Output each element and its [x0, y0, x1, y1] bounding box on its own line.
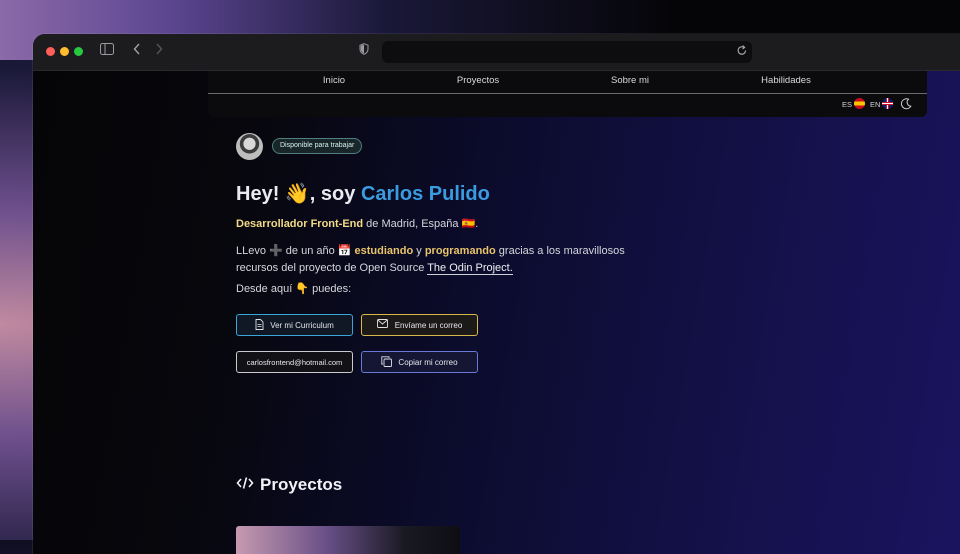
browser-window: Inicio Proyectos Sobre mi Habilidades ES…	[33, 34, 960, 554]
desc-text-1: LLevo ➕ de un año 📅	[236, 245, 355, 257]
sidebar-toggle-icon[interactable]	[100, 43, 114, 59]
hero-title: Hey! 👋, soy Carlos Pulido	[236, 181, 490, 206]
reload-icon[interactable]	[737, 44, 747, 60]
send-email-label: Envíame un correo	[394, 320, 463, 330]
lang-es-label[interactable]: ES	[842, 100, 852, 109]
hero-description: LLevo ➕ de un año 📅 estudiando y program…	[236, 243, 656, 277]
hero-role: Desarrollador Front-End	[236, 218, 364, 230]
desc-highlight-programming: programando	[424, 245, 496, 257]
minimize-window-button[interactable]	[60, 47, 69, 56]
desc-highlight-studying: estudiando	[354, 245, 414, 257]
hero-subtitle: Desarrollador Front-End de Madrid, Españ…	[236, 217, 478, 230]
odin-project-link[interactable]: The Odin Project.	[427, 262, 513, 275]
nav-link-habilidades[interactable]: Habilidades	[761, 75, 811, 86]
uk-flag-icon[interactable]	[882, 98, 893, 109]
status-badge: Disponible para trabajar	[272, 138, 363, 154]
browser-titlebar	[33, 34, 960, 71]
avatar	[236, 133, 263, 160]
back-icon[interactable]	[133, 43, 141, 59]
copy-email-button[interactable]: Copiar mi correo	[361, 351, 478, 373]
copy-email-label: Copiar mi correo	[398, 357, 458, 367]
copy-icon	[381, 355, 393, 369]
nav-link-sobre-mi[interactable]: Sobre mi	[611, 75, 649, 86]
nav-link-inicio[interactable]: Inicio	[323, 75, 345, 86]
hero-cta-text: Desde aquí 👇 puedes:	[236, 283, 352, 295]
view-cv-label: Ver mi Curriculum	[270, 320, 334, 330]
lang-en-label[interactable]: EN	[870, 100, 880, 109]
nav-links: Inicio Proyectos Sobre mi Habilidades	[208, 71, 927, 94]
forward-icon[interactable]	[155, 43, 163, 59]
moon-icon[interactable]	[900, 97, 912, 115]
spain-flag-icon[interactable]	[854, 98, 865, 109]
projects-title: Proyectos	[260, 475, 343, 494]
project-card-preview[interactable]	[236, 526, 460, 554]
close-window-button[interactable]	[46, 47, 55, 56]
hero-greeting: Hey! 👋, soy	[236, 183, 361, 205]
address-bar[interactable]	[382, 41, 752, 63]
document-icon	[255, 318, 264, 332]
desc-text-2: y	[413, 245, 425, 257]
hero-name: Carlos Pulido	[360, 183, 490, 205]
email-address-box[interactable]: carlosfrontend@hotmail.com	[236, 351, 353, 373]
send-email-button[interactable]: Envíame un correo	[361, 314, 478, 336]
projects-heading: Proyectos	[236, 475, 342, 495]
code-icon	[236, 475, 254, 495]
hero-location: de Madrid, España 🇪🇸.	[363, 218, 479, 230]
page-content: Inicio Proyectos Sobre mi Habilidades ES…	[33, 71, 960, 554]
view-cv-button[interactable]: Ver mi Curriculum	[236, 314, 353, 336]
shield-icon[interactable]	[359, 43, 369, 59]
maximize-window-button[interactable]	[74, 47, 83, 56]
nav-link-proyectos[interactable]: Proyectos	[457, 75, 499, 86]
email-address-label: carlosfrontend@hotmail.com	[246, 357, 343, 367]
site-navbar: Inicio Proyectos Sobre mi Habilidades ES…	[208, 71, 927, 117]
mail-icon	[376, 319, 389, 331]
